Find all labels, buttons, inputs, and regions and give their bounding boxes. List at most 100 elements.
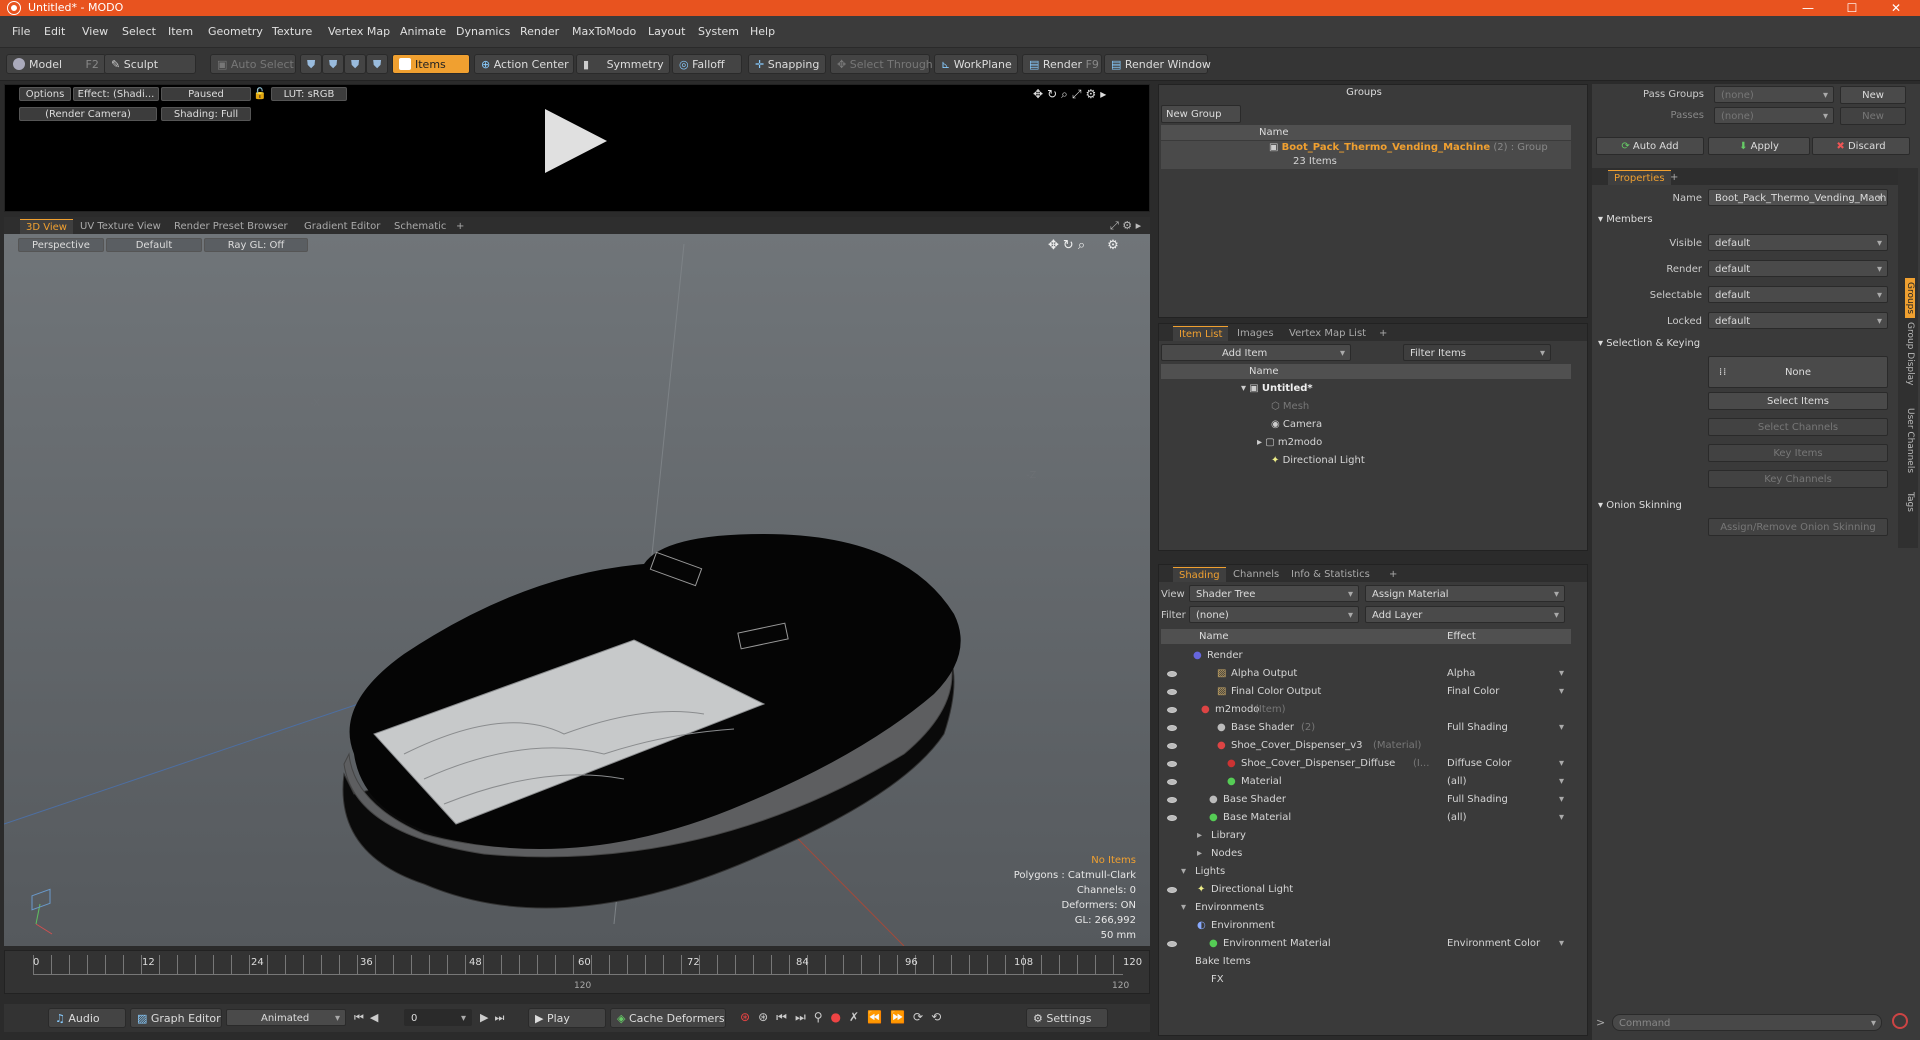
materials-button[interactable]: ⛊ [366,54,388,74]
shader-tree-row[interactable]: ● m2modo (Item) [1161,701,1571,719]
next-key-icon[interactable]: ⏭ [795,1010,814,1024]
new-pass-group-button[interactable]: New [1840,86,1906,104]
preview-options-button[interactable]: Options [19,87,71,101]
timeline[interactable]: 0 12 24 36 48 60 72 84 96 108 120 120 120 [4,950,1150,994]
item-row-light[interactable]: ✦ Directional Light [1161,452,1571,470]
item-row-mesh[interactable]: ⬡ Mesh [1161,398,1571,416]
new-group-button[interactable]: New Group [1161,105,1241,123]
viewport-expand-icon[interactable]: ⤢ ⚙ ▸ [1110,219,1141,233]
animated-dropdown[interactable]: Animated [226,1009,346,1027]
cache-deformers-button[interactable]: ◈ Cache Deformers [610,1008,726,1028]
lock-icon[interactable]: 🔓 [253,87,267,100]
shader-tree-row[interactable]: ▨ Alpha Output Alpha ▾ [1161,665,1571,683]
last-frame-icon[interactable]: ⏭ [494,1011,510,1024]
side-tab-user-channels[interactable]: User Channels [1905,408,1915,473]
menu-select[interactable]: Select [122,25,156,38]
layer-effect-dropdown[interactable]: (all) [1447,773,1467,791]
snapping-button[interactable]: ✛ Snapping [748,54,826,74]
layer-effect-dropdown[interactable]: Environment Color [1447,935,1540,953]
vertices-button[interactable]: ⛊ [300,54,322,74]
assign-material-field[interactable]: Assign Material [1365,585,1565,603]
visible-dropdown[interactable]: default [1708,234,1888,252]
auto-add-button[interactable]: ⟳ Auto Add [1596,137,1704,155]
edges-button[interactable]: ⛊ [322,54,344,74]
side-tab-group-display[interactable]: Group Display [1905,322,1915,385]
shader-tree-row[interactable]: ▸ Library [1161,827,1571,845]
menu-edit[interactable]: Edit [44,25,65,38]
layer-effect-dropdown[interactable]: Alpha [1447,665,1475,683]
add-tab-button[interactable]: + [1383,567,1403,582]
menu-help[interactable]: Help [750,25,775,38]
play-icon[interactable] [545,109,607,173]
visibility-eye-icon[interactable] [1167,887,1177,893]
add-tab-button[interactable]: + [1664,170,1684,185]
side-tab-tags[interactable]: Tags [1905,492,1915,512]
apply-button[interactable]: ⬇ Apply [1708,137,1810,155]
filter-items-field[interactable]: Filter Items [1403,344,1551,362]
loop-icon[interactable]: ⟳ [913,1010,931,1024]
item-row-m2modo[interactable]: ▸ ▢ m2modo [1161,434,1571,452]
shader-tree-row[interactable]: ▨ Final Color Output Final Color ▾ [1161,683,1571,701]
shader-tree-row[interactable]: ● Render [1161,647,1571,665]
render-window-button[interactable]: ▤ Render Window [1104,54,1211,74]
key-delete-icon[interactable]: ✗ [849,1010,867,1024]
assign-onion-button[interactable]: Assign/Remove Onion Skinning [1708,518,1888,536]
selection-keying-section[interactable]: ▾ Selection & Keying [1598,338,1700,349]
locked-dropdown[interactable]: default [1708,312,1888,330]
shader-tree-row[interactable]: ● Base Shader Full Shading ▾ [1161,791,1571,809]
expand-icon[interactable]: ⤢ [1072,87,1086,101]
graph-editor-button[interactable]: ▨ Graph Editor [130,1008,222,1028]
preview-camera-dropdown[interactable]: (Render Camera) [19,107,157,121]
add-layer-dropdown[interactable]: Add Layer [1365,606,1565,624]
layer-effect-dropdown[interactable]: (all) [1447,809,1467,827]
select-channels-button[interactable]: Select Channels [1708,418,1888,436]
visibility-eye-icon[interactable] [1167,761,1177,767]
new-pass-button[interactable]: New [1840,107,1906,125]
selectable-dropdown[interactable]: default [1708,286,1888,304]
shader-tree-row[interactable]: Bake Items [1161,953,1571,971]
prev-key-icon[interactable]: ⏮ [776,1010,795,1024]
shader-tree-row[interactable]: ● Material (all) ▾ [1161,773,1571,791]
model-mode-button[interactable]: Model F2 [6,54,106,74]
preview-effect-dropdown[interactable]: Effect: (Shadi... [73,87,159,101]
menu-file[interactable]: File [12,25,30,38]
passes-dropdown[interactable]: (none) [1714,107,1834,125]
add-item-dropdown[interactable]: Add Item [1161,344,1351,362]
tab-shading[interactable]: Shading [1173,567,1226,582]
play-button[interactable]: ▶ Play [528,1008,606,1028]
layer-effect-dropdown[interactable]: Diffuse Color [1447,755,1511,773]
key-items-button[interactable]: Key Items [1708,444,1888,462]
tab-images[interactable]: Images [1231,326,1280,341]
settings-button[interactable]: ⚙ Settings [1026,1008,1108,1028]
shader-tree-row[interactable]: ▾ Environments [1161,899,1571,917]
auto-key-icon[interactable]: ⊛ [758,1010,776,1024]
symmetry-button[interactable]: ▮ Symmetry [576,54,670,74]
action-center-button[interactable]: ⊕ Action Center [474,54,574,74]
skip-fwd-icon[interactable]: ⏩ [890,1010,913,1024]
select-through-button[interactable]: ✥ Select Through [830,54,933,74]
tab-properties[interactable]: Properties [1608,170,1671,185]
polygons-button[interactable]: ⛊ [344,54,366,74]
workplane-button[interactable]: ⊾ WorkPlane [934,54,1018,74]
falloff-button[interactable]: ◎ Falloff [672,54,742,74]
menu-geometry[interactable]: Geometry [208,25,263,38]
frame-field[interactable]: 0 [404,1009,472,1027]
visibility-eye-icon[interactable] [1167,743,1177,749]
first-frame-icon[interactable]: ⏮ [354,1011,370,1024]
tab-uv-texture-view[interactable]: UV Texture View [74,219,167,234]
tab-channels[interactable]: Channels [1227,567,1285,582]
menu-system[interactable]: System [698,25,739,38]
tab-gradient-editor[interactable]: Gradient Editor [298,219,386,234]
tab-3d-view[interactable]: 3D View [20,219,73,234]
command-field[interactable]: Command [1612,1014,1882,1032]
menu-texture[interactable]: Texture [272,25,312,38]
key-icon[interactable]: ⊛ [740,1010,758,1024]
visibility-eye-icon[interactable] [1167,689,1177,695]
next-frame-icon[interactable]: ▶ [480,1011,494,1024]
move-icon[interactable]: ✥ [1033,87,1047,101]
menu-layout[interactable]: Layout [648,25,685,38]
minimize-button[interactable]: — [1788,0,1828,16]
select-items-button[interactable]: Select Items [1708,392,1888,410]
render-button[interactable]: ▤ Render F9 [1022,54,1102,74]
none-button[interactable]: ⁞⁞ None [1708,356,1888,388]
